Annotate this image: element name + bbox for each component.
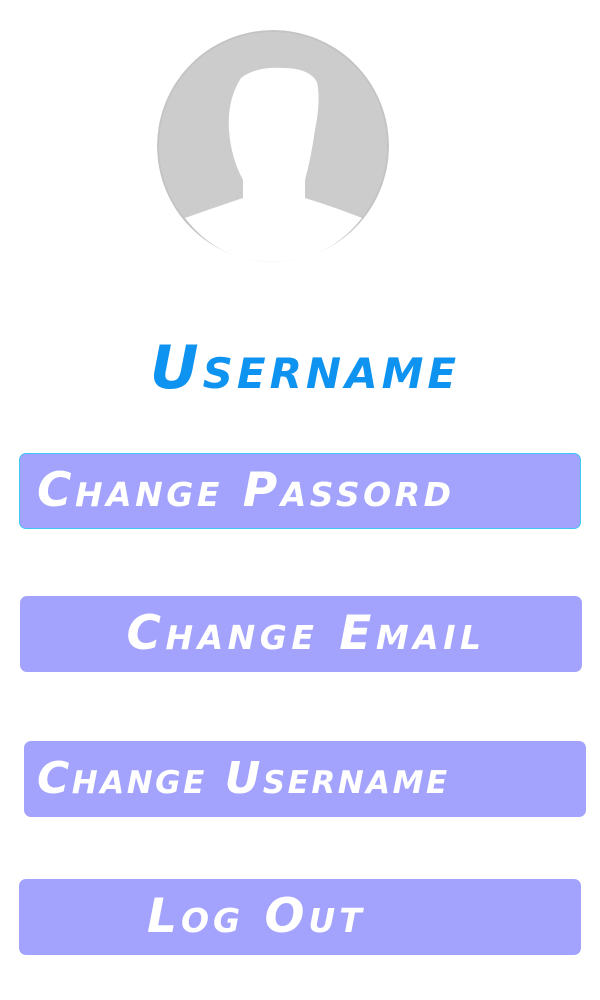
user-silhouette-icon	[157, 30, 389, 262]
log-out-button[interactable]: Log Out	[19, 879, 581, 955]
change-email-button[interactable]: Change Email	[20, 596, 582, 672]
change-username-button[interactable]: Change Username	[24, 741, 586, 817]
avatar	[157, 30, 389, 262]
change-password-button[interactable]: Change Passord	[19, 453, 581, 529]
username-label: Username	[149, 333, 461, 403]
